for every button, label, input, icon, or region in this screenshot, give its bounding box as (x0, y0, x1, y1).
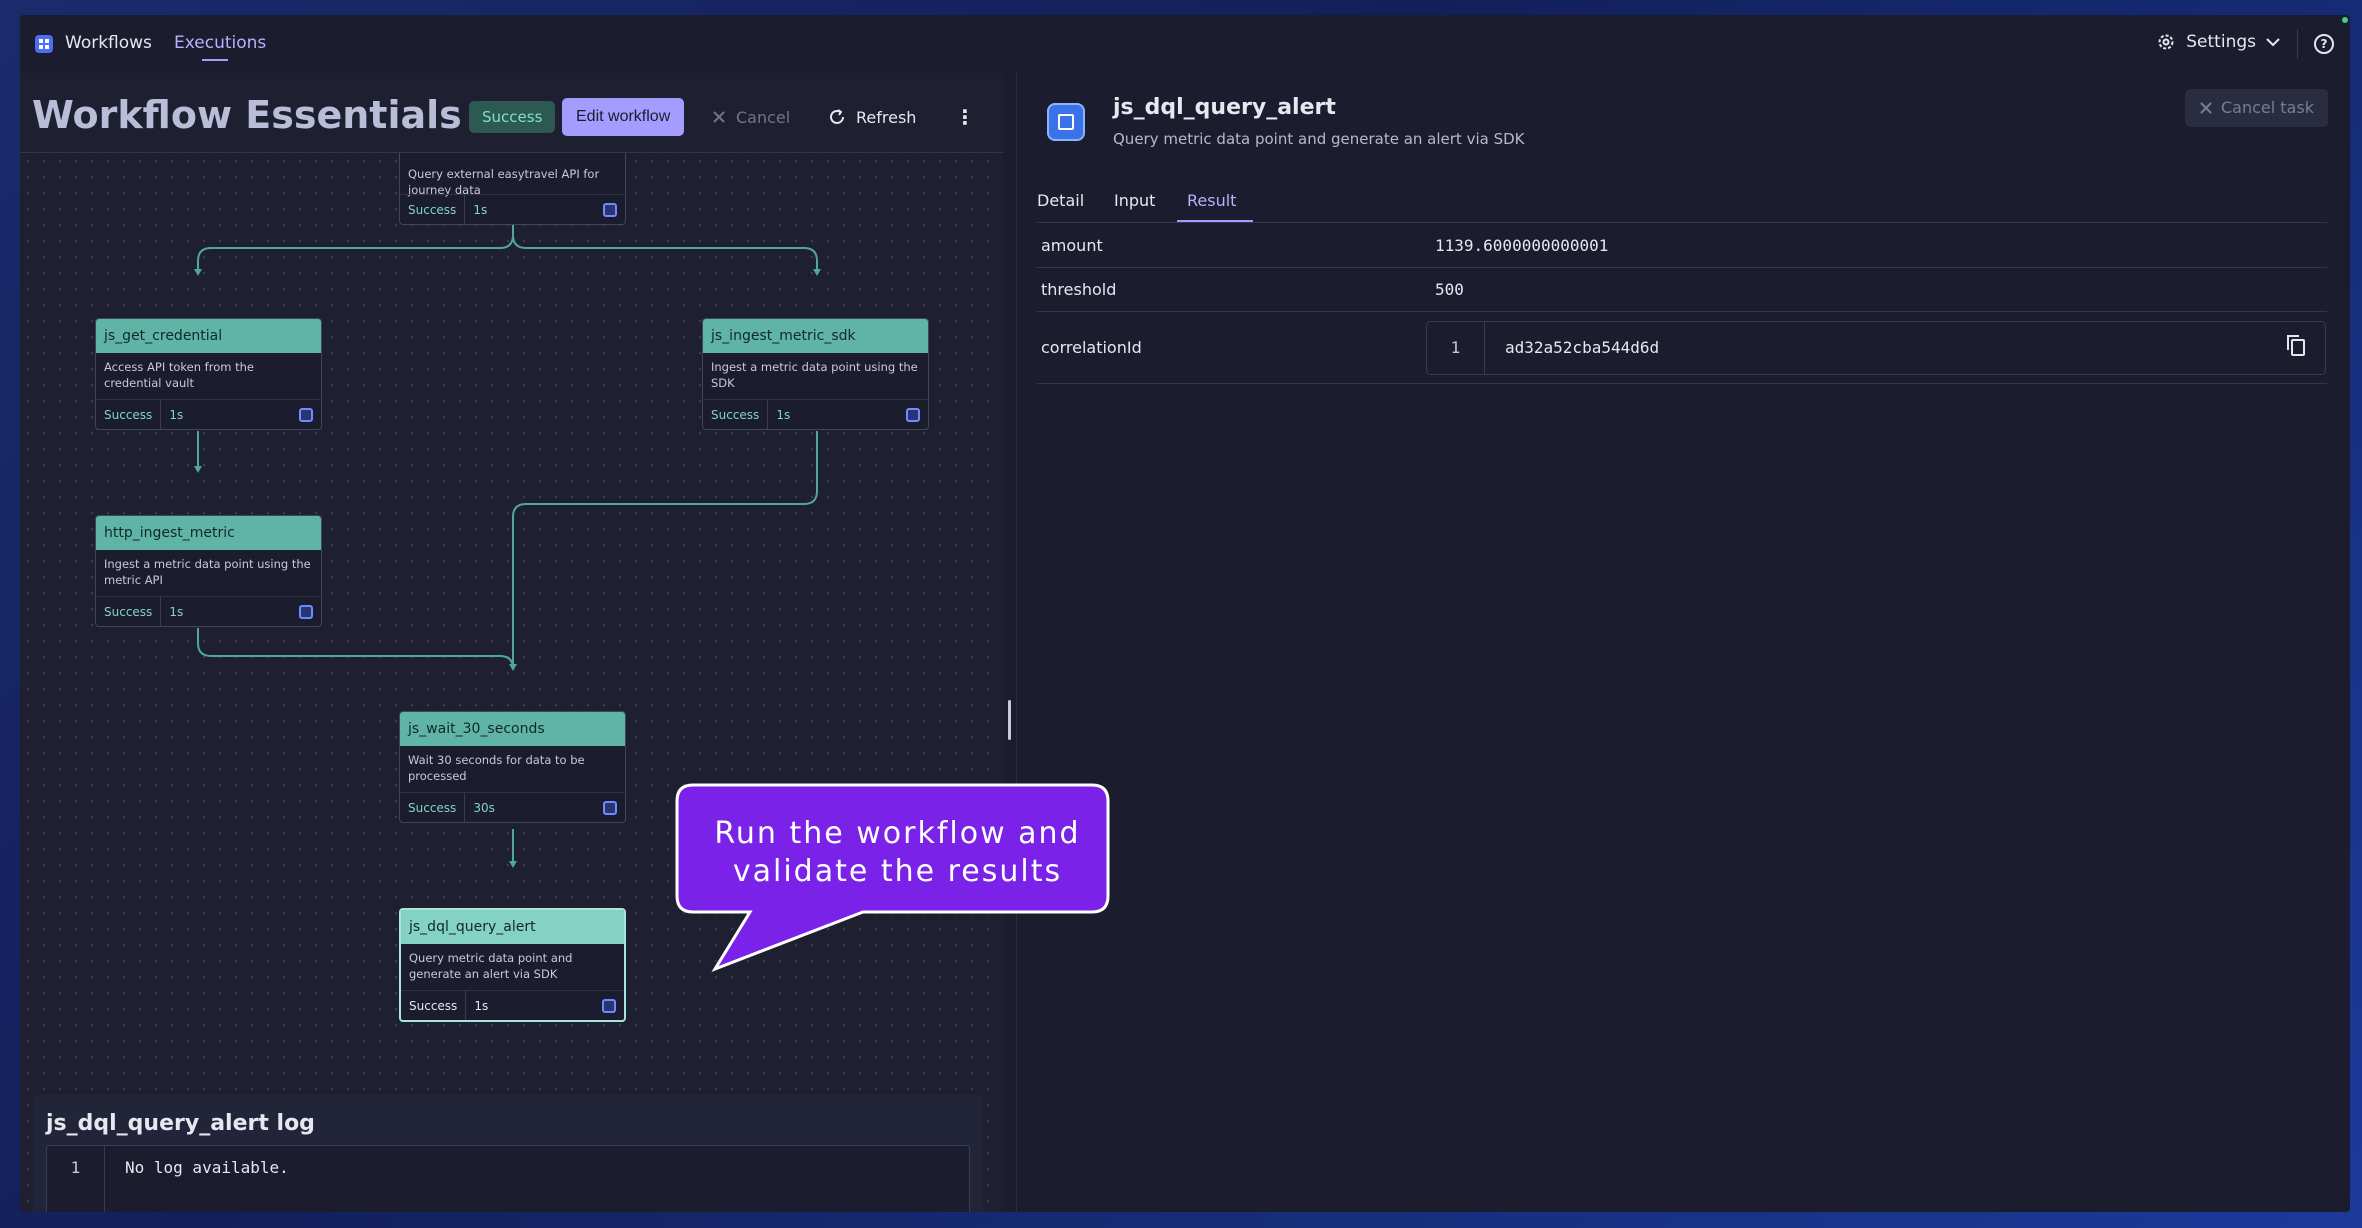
task-type-icon-large (1047, 103, 1085, 141)
task-detail-panel: js_dql_query_alert Query metric data poi… (1016, 73, 2350, 1212)
cancel-task-button[interactable]: Cancel task (2185, 89, 2328, 127)
cancel-button[interactable]: Cancel (712, 98, 790, 136)
more-options-icon[interactable]: ⋮ (955, 103, 975, 131)
node-description: Wait 30 seconds for data to be processed (408, 753, 585, 783)
node-footer: Success 30s (400, 792, 625, 822)
log-title: js_dql_query_alert log (46, 1111, 315, 1136)
status-badge: Success (469, 101, 556, 133)
workflow-title: Workflow Essentials -... (32, 93, 472, 137)
settings-menu[interactable]: Settings (2156, 32, 2280, 52)
result-key: amount (1041, 236, 1103, 255)
task-title: js_dql_query_alert (1113, 95, 1336, 120)
tab-result[interactable]: Result (1187, 191, 1236, 210)
panel-resize-handle[interactable] (1008, 700, 1011, 740)
node-title: http_ingest_metric (96, 516, 321, 550)
result-row-correlation-id: correlationId 1 ad32a52cba544d6d (1037, 312, 2327, 384)
nav-workflows[interactable]: Workflows (65, 33, 152, 53)
cancel-task-label: Cancel task (2221, 98, 2314, 117)
node-duration: 1s (169, 605, 184, 619)
workflow-node-js-dql-query-alert[interactable]: js_dql_query_alert Query metric data poi… (399, 908, 626, 1022)
workflow-node-journey-query[interactable]: Query external easytravel API for journe… (399, 141, 626, 225)
help-icon[interactable]: ? (2314, 34, 2334, 54)
copy-icon[interactable] (2287, 335, 2305, 356)
log-text: No log available. (125, 1158, 289, 1177)
node-title: js_wait_30_seconds (400, 712, 625, 746)
cancel-label: Cancel (736, 107, 791, 127)
node-status: Success (408, 195, 466, 224)
node-footer: Success 1s (96, 596, 321, 626)
log-line-number: 1 (47, 1146, 105, 1212)
result-row-amount: amount 1139.6000000000001 (1037, 224, 2327, 268)
node-duration: 1s (473, 203, 488, 217)
active-tab-indicator (1177, 220, 1253, 222)
correlation-id-value: ad32a52cba544d6d (1505, 338, 1660, 357)
node-description: Query metric data point and generate an … (409, 951, 573, 981)
tab-detail[interactable]: Detail (1037, 191, 1084, 210)
result-value: 500 (1435, 280, 1464, 299)
app-window: Workflows Executions Settings ? Query ex… (20, 15, 2350, 1212)
callout-line-1: Run the workflow and (714, 816, 1081, 851)
refresh-button[interactable]: Refresh (828, 98, 916, 136)
refresh-icon (830, 109, 844, 124)
task-type-icon (603, 801, 617, 815)
node-description: Access API token from the credential vau… (104, 360, 254, 390)
workflow-node-js-ingest-metric-sdk[interactable]: js_ingest_metric_sdk Ingest a metric dat… (702, 318, 929, 430)
node-title: js_ingest_metric_sdk (703, 319, 928, 353)
task-tabs: Detail Input Result (1037, 183, 2327, 223)
node-status: Success (409, 991, 467, 1020)
correlation-id-code-box[interactable]: 1 ad32a52cba544d6d (1426, 321, 2326, 375)
node-duration: 1s (776, 408, 791, 422)
active-tab-indicator (202, 59, 228, 61)
node-status: Success (711, 400, 769, 429)
node-footer: Success 1s (400, 194, 625, 224)
refresh-label: Refresh (856, 107, 917, 127)
node-status: Success (408, 793, 466, 822)
status-dot (2342, 17, 2348, 23)
gear-icon (2158, 34, 2174, 50)
edit-workflow-button[interactable]: Edit workflow (562, 98, 685, 136)
task-type-icon (299, 605, 313, 619)
workflow-node-js-get-credential[interactable]: js_get_credential Access API token from … (95, 318, 322, 430)
node-title: js_dql_query_alert (401, 910, 624, 944)
nav-executions[interactable]: Executions (174, 33, 266, 53)
node-description: Ingest a metric data point using the SDK (711, 360, 918, 390)
workflows-app-icon (35, 35, 53, 53)
node-duration: 1s (169, 408, 184, 422)
log-viewer[interactable]: 1 No log available. (46, 1145, 970, 1212)
topbar-divider (2297, 29, 2298, 59)
node-footer: Success 1s (401, 990, 624, 1020)
result-row-threshold: threshold 500 (1037, 268, 2327, 312)
task-type-icon (603, 203, 617, 217)
settings-label: Settings (2186, 32, 2256, 52)
result-key: threshold (1041, 280, 1117, 299)
chevron-down-icon (2266, 38, 2280, 47)
task-type-icon (299, 408, 313, 422)
close-icon (2200, 102, 2212, 114)
result-value: 1139.6000000000001 (1435, 236, 1609, 255)
top-bar: Workflows Executions Settings ? (20, 15, 2350, 73)
close-icon (713, 111, 725, 123)
node-description: Ingest a metric data point using the met… (104, 557, 311, 587)
node-footer: Success 1s (96, 399, 321, 429)
workflow-node-http-ingest-metric[interactable]: http_ingest_metric Ingest a metric data … (95, 515, 322, 627)
node-duration: 30s (473, 801, 495, 815)
result-key: correlationId (1041, 338, 1142, 357)
task-type-icon (906, 408, 920, 422)
task-log-panel: js_dql_query_alert log 1 No log availabl… (33, 1095, 983, 1212)
node-duration: 1s (474, 999, 489, 1013)
node-footer: Success 1s (703, 399, 928, 429)
node-status: Success (104, 400, 162, 429)
callout-line-2: validate the results (732, 854, 1063, 889)
code-line-number: 1 (1427, 322, 1485, 374)
workflow-header: Workflow Essentials -... Success Edit wo… (20, 73, 1003, 153)
node-title: js_get_credential (96, 319, 321, 353)
task-subtitle: Query metric data point and generate an … (1113, 130, 1525, 148)
workflow-canvas[interactable]: Query external easytravel API for journe… (20, 73, 1003, 1212)
workflow-node-js-wait-30-seconds[interactable]: js_wait_30_seconds Wait 30 seconds for d… (399, 711, 626, 823)
node-status: Success (104, 597, 162, 626)
callout-text: Run the workflow and validate the result… (685, 815, 1110, 891)
tab-input[interactable]: Input (1114, 191, 1155, 210)
task-type-icon (602, 999, 616, 1013)
workflow-edges (194, 223, 821, 868)
